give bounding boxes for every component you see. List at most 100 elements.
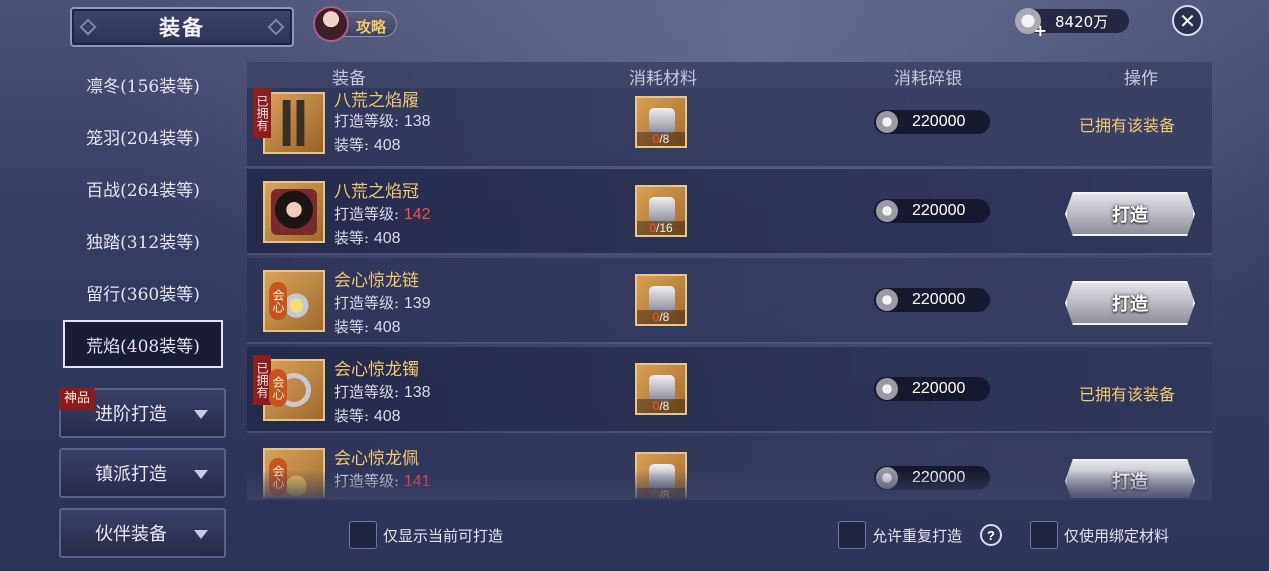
table-rows[interactable]: 已拥有 八荒之焰履 打造等级: 138 装等: 408 0/8 220000 已… (247, 88, 1212, 498)
material-slot[interactable]: 0/8 (635, 363, 687, 415)
silver-cost: 220000 (874, 377, 990, 401)
currency-display[interactable]: 8420万 (1015, 8, 1129, 40)
forge-button[interactable]: 打造 (1065, 281, 1195, 325)
category-item-3[interactable]: 百战(264装等) (63, 164, 223, 212)
silver-cost-value: 220000 (912, 113, 966, 130)
silver-cost: 220000 (874, 288, 990, 312)
material-slot[interactable]: 0/16 (635, 185, 687, 237)
silver-coin-icon (876, 289, 898, 311)
forge-level-value: 138 (403, 384, 431, 401)
silver-coin-icon (876, 111, 898, 133)
item-name: 会心惊龙镯 (334, 360, 419, 380)
table-row[interactable]: 已拥有 会心 会心惊龙镯 打造等级: 138 装等: 408 0/8 22000… (247, 347, 1212, 433)
silver-coin-icon (876, 378, 898, 400)
gear-score: 装等: 408 (334, 229, 401, 247)
material-stone-icon (649, 464, 675, 490)
item-name: 八荒之焰冠 (334, 182, 419, 202)
only-craftable-checkbox[interactable] (349, 521, 377, 549)
category-item-2[interactable]: 笼羽(204装等) (63, 112, 223, 160)
crit-tag: 会心 (269, 369, 287, 407)
page-title: 装备 (159, 15, 205, 40)
material-count: 0/8 (637, 132, 685, 146)
forge-button[interactable]: 打造 (1065, 459, 1195, 498)
gear-score-value: 408 (374, 497, 401, 498)
category-label: 凛冬(156装等) (86, 76, 200, 97)
only-craftable-option[interactable]: 仅显示当前可打造 (349, 521, 503, 549)
forge-level: 打造等级: 142 (334, 205, 431, 223)
ornament-left-icon (79, 18, 97, 36)
owned-tag: 已拥有 (253, 88, 271, 138)
table-row[interactable]: 已拥有 八荒之焰履 打造等级: 138 装等: 408 0/8 220000 已… (247, 88, 1212, 168)
header-equipment: 装备 (332, 69, 366, 89)
item-name: 会心惊龙佩 (334, 449, 419, 469)
divine-badge: 神品 (59, 388, 96, 410)
category-label: 笼羽(204装等) (86, 128, 200, 149)
material-stone-icon (649, 108, 675, 134)
material-stone-icon (649, 197, 675, 223)
silver-cost: 220000 (874, 110, 990, 134)
forge-level: 打造等级: 141 (334, 472, 431, 490)
allow-repeat-option[interactable]: 允许重复打造 ? (838, 521, 1003, 549)
guide-button[interactable]: 攻略 (313, 6, 399, 42)
gear-score-value: 408 (373, 408, 401, 425)
item-name: 八荒之焰履 (334, 91, 419, 111)
silver-cost-value: 220000 (912, 380, 966, 397)
help-icon[interactable]: ? (980, 524, 1003, 546)
chevron-down-icon (194, 470, 208, 479)
allow-repeat-label: 允许重复打造 (872, 526, 963, 545)
gear-score-value: 408 (373, 319, 401, 336)
material-slot[interactable]: 0/8 (635, 452, 687, 498)
category-item-6-active[interactable]: 荒焰(408装等) (63, 320, 223, 368)
currency-value: 8420万 (1055, 12, 1109, 31)
silver-coin-icon (876, 200, 898, 222)
table-row[interactable]: 会心 会心惊龙佩 打造等级: 141 装等: 408 0/8 220000 打造 (247, 436, 1212, 498)
add-currency-icon[interactable] (1015, 8, 1047, 40)
table-row[interactable]: 会心 会心惊龙链 打造等级: 139 装等: 408 0/8 220000 打造 (247, 258, 1212, 344)
material-count: 0/16 (637, 221, 685, 235)
category-item-5[interactable]: 留行(360装等) (63, 268, 223, 316)
forge-level: 打造等级: 138 (334, 112, 431, 130)
gear-score-value: 408 (373, 230, 401, 247)
forge-level: 打造等级: 139 (334, 294, 431, 312)
boots-icon (263, 92, 325, 154)
category-item-1[interactable]: 凛冬(156装等) (63, 60, 223, 108)
owned-status: 已拥有该装备 (1079, 385, 1176, 404)
crown-icon (263, 181, 325, 243)
bound-only-option[interactable]: 仅使用绑定材料 (1030, 521, 1169, 549)
bound-only-checkbox[interactable] (1030, 521, 1058, 549)
material-count: 0/8 (637, 310, 685, 324)
forge-level: 打造等级: 138 (334, 383, 431, 401)
guide-avatar-icon (313, 6, 349, 42)
sect-forge-dropdown[interactable]: 镇派打造 (59, 448, 226, 498)
gear-score-value: 408 (373, 137, 401, 154)
category-item-4[interactable]: 独踏(312装等) (63, 216, 223, 264)
forge-level-value: 139 (403, 295, 431, 312)
bound-only-label: 仅使用绑定材料 (1064, 526, 1170, 545)
ornament-right-icon (267, 18, 285, 36)
allow-repeat-checkbox[interactable] (838, 521, 866, 549)
forge-level-value: 142 (403, 206, 431, 223)
page-title-plate: 装备 (70, 7, 294, 47)
silver-cost-value: 220000 (912, 291, 966, 308)
gear-score: 装等: 408 (334, 407, 401, 425)
chevron-down-icon (194, 410, 208, 419)
category-label: 独踏(312装等) (86, 232, 200, 253)
forge-button[interactable]: 打造 (1065, 192, 1195, 236)
close-button[interactable]: ✕ (1172, 5, 1203, 36)
dropdown-label: 镇派打造 (95, 464, 167, 485)
silver-coin-icon (876, 467, 898, 489)
material-count: 0/8 (637, 399, 685, 413)
crit-tag: 会心 (269, 282, 287, 320)
owned-status: 已拥有该装备 (1079, 116, 1176, 135)
category-label: 百战(264装等) (86, 180, 200, 201)
crit-tag: 会心 (269, 458, 287, 496)
dropdown-label: 伙伴装备 (95, 524, 167, 545)
material-slot[interactable]: 0/8 (635, 274, 687, 326)
partner-gear-dropdown[interactable]: 伙伴装备 (59, 508, 226, 558)
equipment-table: 装备 消耗材料 消耗碎银 操作 已拥有 八荒之焰履 打造等级: 138 装等: … (247, 62, 1212, 498)
table-row[interactable]: 八荒之焰冠 打造等级: 142 装等: 408 0/16 220000 打造 (247, 169, 1212, 255)
silver-cost: 220000 (874, 466, 990, 490)
gear-score: 装等: 408 (334, 494, 401, 498)
material-slot[interactable]: 0/8 (635, 96, 687, 148)
only-craftable-label: 仅显示当前可打造 (383, 526, 504, 545)
